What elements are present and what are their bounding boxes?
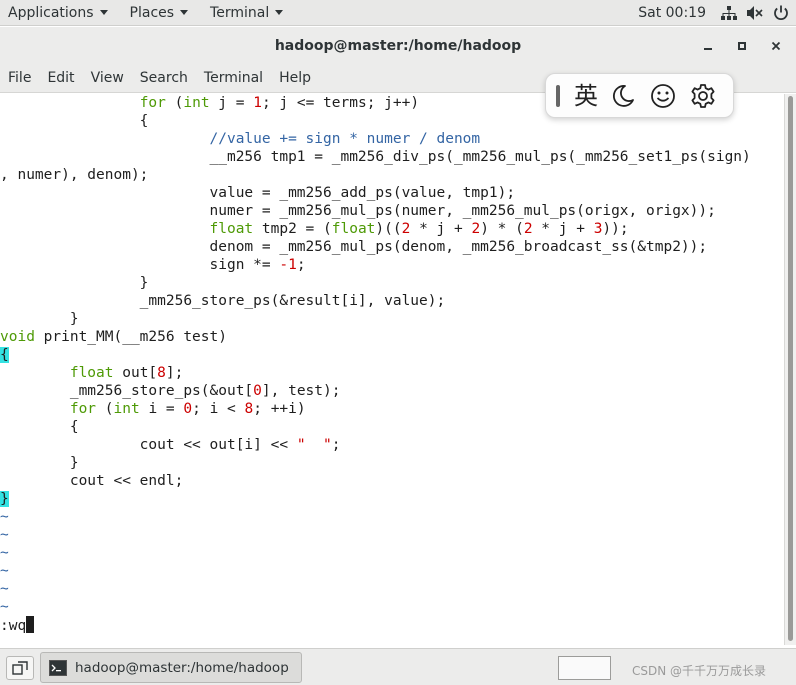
terminal-icon — [49, 659, 67, 676]
vim-command-line[interactable]: :wq — [0, 616, 35, 634]
menu-edit[interactable]: Edit — [39, 70, 82, 86]
minimize-button[interactable] — [698, 36, 718, 56]
taskbar: hadoop@master:/home/hadoop CSDN @千千万万成长录 — [0, 648, 796, 685]
maximize-icon — [738, 41, 746, 50]
code-line: //value += sign * numer / denom — [209, 131, 481, 147]
network-icon — [720, 5, 738, 21]
workspace-switcher[interactable] — [558, 656, 611, 680]
close-icon — [771, 41, 781, 50]
code-line: for (int j = 1; j <= terms; j++) — [139, 95, 420, 111]
code-line: float tmp2 = (float)((2 * j + 2) * (2 * … — [209, 221, 629, 237]
code-line: { — [0, 113, 149, 129]
code-line: _mm256_store_ps(&result[i], value); — [0, 293, 446, 309]
code-line: , numer), denom); — [0, 167, 149, 183]
power-icon — [772, 4, 790, 22]
code-line: numer = _mm256_mul_ps(numer, _mm256_mul_… — [0, 203, 716, 219]
code-line: cout << out[i] << " "; — [0, 437, 341, 453]
terminal-view[interactable]: for (int j = 1; j <= terms; j++) { //val… — [0, 94, 784, 645]
empty-line-marker: ~ — [0, 581, 9, 597]
code-line: { — [0, 347, 9, 363]
command-text: :wq — [0, 618, 27, 634]
drag-handle[interactable] — [556, 84, 560, 107]
empty-line-marker: ~ — [0, 509, 9, 525]
taskbar-item-terminal[interactable]: hadoop@master:/home/hadoop — [40, 652, 302, 683]
code-line: denom = _mm256_mul_ps(denom, _mm256_broa… — [0, 239, 708, 255]
code-line: for (int i = 0; i < 8; ++i) — [69, 401, 306, 417]
empty-line-marker: ~ — [0, 563, 9, 579]
code-line: { — [0, 419, 79, 435]
code-line: cout << endl; — [0, 473, 184, 489]
chevron-down-icon — [275, 10, 284, 15]
code-line: value = _mm256_add_ps(value, tmp1); — [0, 185, 516, 201]
smiley-icon[interactable] — [648, 81, 678, 111]
menu-terminal[interactable]: Terminal — [196, 70, 271, 86]
gear-icon[interactable] — [688, 81, 718, 111]
moon-icon[interactable] — [608, 81, 638, 111]
code-line: _mm256_store_ps(&out[0], test); — [0, 383, 341, 399]
watermark: CSDN @千千万万成长录 — [632, 664, 767, 678]
scrollbar-thumb[interactable] — [788, 96, 793, 641]
text-cursor — [26, 616, 35, 633]
minimize-icon — [704, 47, 712, 50]
empty-line-marker: ~ — [0, 599, 9, 615]
taskbar-item-label: hadoop@master:/home/hadoop — [75, 659, 289, 676]
close-button[interactable] — [766, 36, 786, 56]
code-line: } — [0, 491, 9, 507]
code-line: } — [0, 275, 149, 291]
maximize-button[interactable] — [732, 36, 752, 56]
show-desktop-button[interactable] — [6, 656, 34, 680]
ime-toolbar[interactable]: 英 — [545, 73, 734, 118]
terminal-app-menu[interactable]: Terminal — [199, 5, 294, 21]
places-menu[interactable]: Places — [119, 5, 200, 21]
code-line: void print_MM(__m256 test) — [0, 329, 227, 345]
code-line: } — [0, 311, 79, 327]
menu-view[interactable]: View — [83, 70, 132, 86]
window-title-bar[interactable]: hadoop@master:/home/hadoop — [0, 27, 796, 64]
menu-file[interactable]: File — [0, 70, 39, 86]
top-bar: Applications Places Terminal Sat 00:19 — [0, 0, 796, 26]
code-line: float out[8]; — [69, 365, 184, 381]
code-line: __m256 tmp1 = _mm256_div_ps(_mm256_mul_p… — [0, 149, 751, 165]
scrollbar[interactable] — [784, 94, 796, 645]
chevron-down-icon — [180, 10, 189, 15]
applications-menu[interactable]: Applications — [0, 5, 119, 21]
clock[interactable]: Sat 00:19 — [638, 5, 720, 21]
desktop-icon — [12, 661, 28, 675]
menu-help[interactable]: Help — [271, 70, 319, 86]
window-title: hadoop@master:/home/hadoop — [274, 37, 522, 54]
ime-language-toggle[interactable]: 英 — [574, 84, 598, 108]
system-menu[interactable] — [720, 4, 796, 22]
empty-line-marker: ~ — [0, 545, 9, 561]
code-line: sign *= -1; — [0, 257, 306, 273]
volume-icon — [746, 5, 764, 21]
code-line: } — [0, 455, 79, 471]
menu-search[interactable]: Search — [132, 70, 196, 86]
chevron-down-icon — [99, 10, 108, 15]
empty-line-marker: ~ — [0, 527, 9, 543]
